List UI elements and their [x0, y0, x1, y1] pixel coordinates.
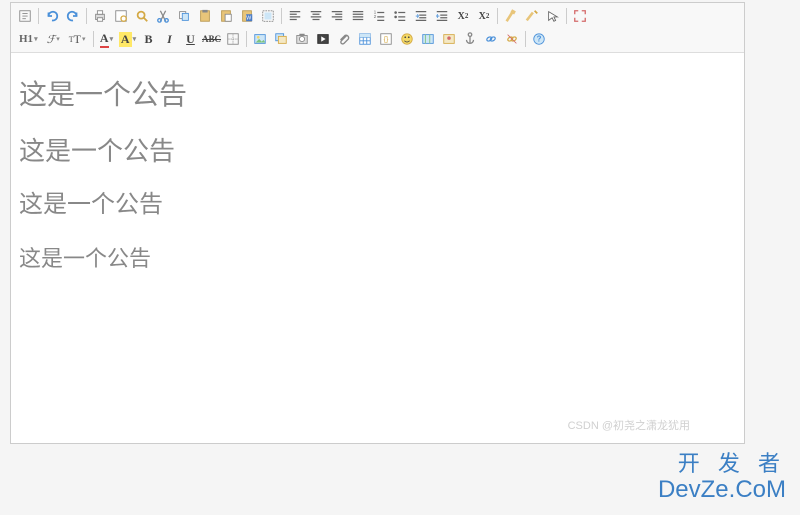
select-element-icon[interactable]	[543, 6, 563, 26]
csdn-watermark: CSDN @初尧之潇龙犹用	[568, 417, 690, 433]
multi-image-icon[interactable]	[271, 29, 291, 49]
underline-button[interactable]: U	[181, 29, 201, 49]
toolbar-row-2: H1 ℱ TT A A B I U ABC {} ?	[15, 28, 740, 50]
border-icon[interactable]	[223, 29, 243, 49]
svg-text:W: W	[246, 16, 251, 22]
redo-icon[interactable]	[63, 6, 83, 26]
print-icon[interactable]	[90, 6, 110, 26]
editor-content[interactable]: 这是一个公告 这是一个公告 这是一个公告 这是一个公告	[11, 53, 744, 443]
svg-text:2: 2	[374, 14, 377, 19]
anchor-icon[interactable]	[460, 29, 480, 49]
separator	[497, 8, 498, 24]
font-size-button[interactable]: TT	[65, 29, 90, 49]
content-line: 这是一个公告	[19, 241, 736, 273]
bold-button[interactable]: B	[139, 29, 159, 49]
copy-icon[interactable]	[174, 6, 194, 26]
source-code-icon[interactable]	[15, 6, 35, 26]
table-icon[interactable]	[355, 29, 375, 49]
separator	[525, 31, 526, 47]
separator	[38, 8, 39, 24]
watermark-cn: 开 发 者	[658, 452, 786, 476]
attachment-icon[interactable]	[334, 29, 354, 49]
svg-text:?: ?	[536, 35, 541, 44]
separator	[246, 31, 247, 47]
separator	[86, 8, 87, 24]
unlink-icon[interactable]	[502, 29, 522, 49]
paste-plain-icon[interactable]	[216, 6, 236, 26]
undo-icon[interactable]	[42, 6, 62, 26]
align-justify-icon[interactable]	[348, 6, 368, 26]
fullscreen-icon[interactable]	[570, 6, 590, 26]
quick-format-icon[interactable]	[522, 6, 542, 26]
strikethrough-button[interactable]: ABC	[202, 29, 222, 49]
indent-icon[interactable]	[411, 6, 431, 26]
separator	[281, 8, 282, 24]
find-icon[interactable]	[132, 6, 152, 26]
font-color-button[interactable]: A	[97, 29, 117, 49]
align-left-icon[interactable]	[285, 6, 305, 26]
subscript-icon[interactable]: X2	[453, 6, 473, 26]
gmap-icon[interactable]	[439, 29, 459, 49]
unordered-list-icon[interactable]	[390, 6, 410, 26]
back-color-button[interactable]: A	[118, 29, 138, 49]
italic-button[interactable]: I	[160, 29, 180, 49]
content-line: 这是一个公告	[19, 73, 736, 113]
clear-format-icon[interactable]	[501, 6, 521, 26]
separator	[93, 31, 94, 47]
paste-word-icon[interactable]: W	[237, 6, 257, 26]
outdent-icon[interactable]	[432, 6, 452, 26]
superscript-icon[interactable]: X2	[474, 6, 494, 26]
paste-icon[interactable]	[195, 6, 215, 26]
align-right-icon[interactable]	[327, 6, 347, 26]
code-icon[interactable]: {}	[376, 29, 396, 49]
preview-icon[interactable]	[111, 6, 131, 26]
content-line: 这是一个公告	[19, 131, 736, 168]
editor-toolbar: W 12 X2 X2 H1 ℱ TT A A B	[11, 3, 744, 53]
video-icon[interactable]	[313, 29, 333, 49]
link-icon[interactable]	[481, 29, 501, 49]
watermark-en: DevZe.CoM	[658, 477, 786, 503]
heading-button[interactable]: H1	[15, 29, 42, 49]
devze-watermark: 开 发 者 DevZe.CoM	[658, 452, 786, 503]
rich-text-editor: W 12 X2 X2 H1 ℱ TT A A B	[10, 2, 745, 444]
toolbar-row-1: W 12 X2 X2	[15, 5, 740, 27]
separator	[566, 8, 567, 24]
ordered-list-icon[interactable]: 12	[369, 6, 389, 26]
svg-text:{}: {}	[383, 37, 388, 44]
map-icon[interactable]	[418, 29, 438, 49]
cut-icon[interactable]	[153, 6, 173, 26]
insert-image-icon[interactable]	[250, 29, 270, 49]
emoticon-icon[interactable]	[397, 29, 417, 49]
font-family-button[interactable]: ℱ	[43, 29, 64, 49]
select-all-icon[interactable]	[258, 6, 278, 26]
content-line: 这是一个公告	[19, 184, 736, 219]
align-center-icon[interactable]	[306, 6, 326, 26]
snapshot-icon[interactable]	[292, 29, 312, 49]
help-icon[interactable]: ?	[529, 29, 549, 49]
